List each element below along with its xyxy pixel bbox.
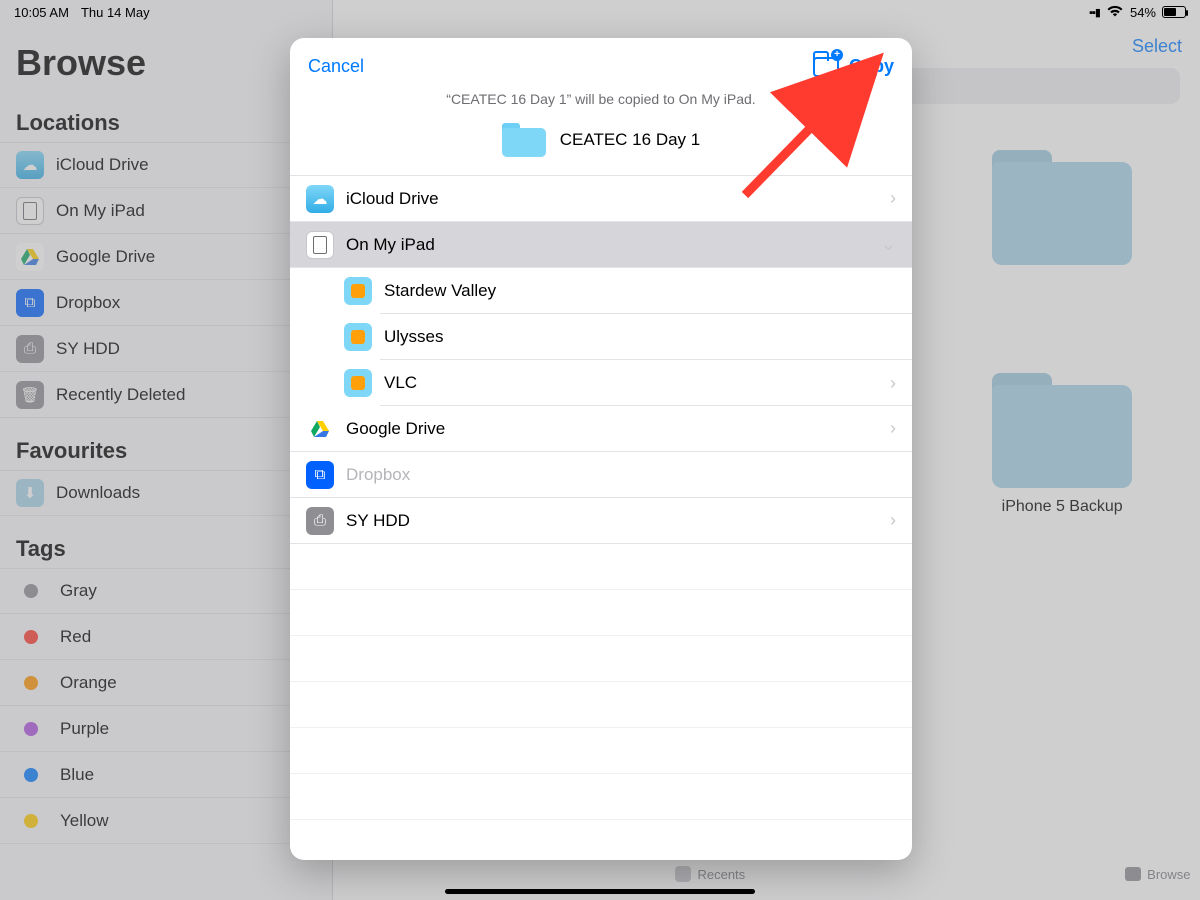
empty-row bbox=[290, 590, 912, 636]
destination-label: Dropbox bbox=[346, 465, 410, 485]
chevron-right-icon: › bbox=[890, 510, 896, 531]
empty-row bbox=[290, 774, 912, 820]
copy-button[interactable]: Copy bbox=[813, 56, 894, 77]
destination-stardew-valley[interactable]: Stardew Valley bbox=[290, 268, 912, 314]
app-folder-icon bbox=[344, 369, 372, 397]
empty-row bbox=[290, 636, 912, 682]
ipad-icon bbox=[306, 231, 334, 259]
copy-destination-subtitle: “CEATEC 16 Day 1” will be copied to On M… bbox=[290, 91, 912, 107]
destination-label: iCloud Drive bbox=[346, 189, 439, 209]
chevron-right-icon: › bbox=[890, 373, 896, 394]
destination-label: On My iPad bbox=[346, 235, 435, 255]
destination-on-my-ipad[interactable]: On My iPad ⌄ bbox=[290, 222, 912, 268]
folder-icon bbox=[502, 123, 546, 157]
destination-dropbox: ⧉ Dropbox bbox=[290, 452, 912, 498]
destination-label: Google Drive bbox=[346, 419, 445, 439]
destination-ulysses[interactable]: Ulysses bbox=[290, 314, 912, 360]
wifi-icon bbox=[1106, 4, 1124, 20]
chevron-right-icon: › bbox=[890, 188, 896, 209]
destination-google-drive[interactable]: Google Drive › bbox=[290, 406, 912, 452]
chevron-right-icon: › bbox=[890, 418, 896, 439]
destination-icloud-drive[interactable]: ☁ iCloud Drive › bbox=[290, 176, 912, 222]
cancel-button[interactable]: Cancel bbox=[308, 56, 364, 77]
home-indicator bbox=[445, 889, 755, 894]
new-folder-icon[interactable] bbox=[813, 57, 839, 77]
google-drive-icon bbox=[306, 415, 334, 443]
empty-row bbox=[290, 682, 912, 728]
destination-label: Stardew Valley bbox=[384, 281, 496, 301]
copy-destination-modal: Cancel Copy “CEATEC 16 Day 1” will be co… bbox=[290, 38, 912, 860]
app-folder-icon bbox=[344, 277, 372, 305]
destination-vlc[interactable]: VLC › bbox=[290, 360, 912, 406]
destination-sy-hdd[interactable]: ⎙ SY HDD › bbox=[290, 498, 912, 544]
destination-label: VLC bbox=[384, 373, 417, 393]
item-name: CEATEC 16 Day 1 bbox=[560, 130, 700, 150]
usb-icon: ⎙ bbox=[306, 507, 334, 535]
dropbox-icon: ⧉ bbox=[306, 461, 334, 489]
chevron-down-icon: ⌄ bbox=[881, 234, 896, 255]
empty-row bbox=[290, 544, 912, 590]
empty-row bbox=[290, 728, 912, 774]
cellular-icon: ▪▪▮ bbox=[1089, 6, 1100, 19]
destination-label: SY HDD bbox=[346, 511, 410, 531]
app-folder-icon bbox=[344, 323, 372, 351]
status-bar-overlay: 10:05 AM Thu 14 May ▪▪▮ 54% bbox=[0, 0, 1200, 24]
item-preview: CEATEC 16 Day 1 bbox=[290, 123, 912, 157]
destination-label: Ulysses bbox=[384, 327, 444, 347]
icloud-icon: ☁ bbox=[306, 185, 334, 213]
